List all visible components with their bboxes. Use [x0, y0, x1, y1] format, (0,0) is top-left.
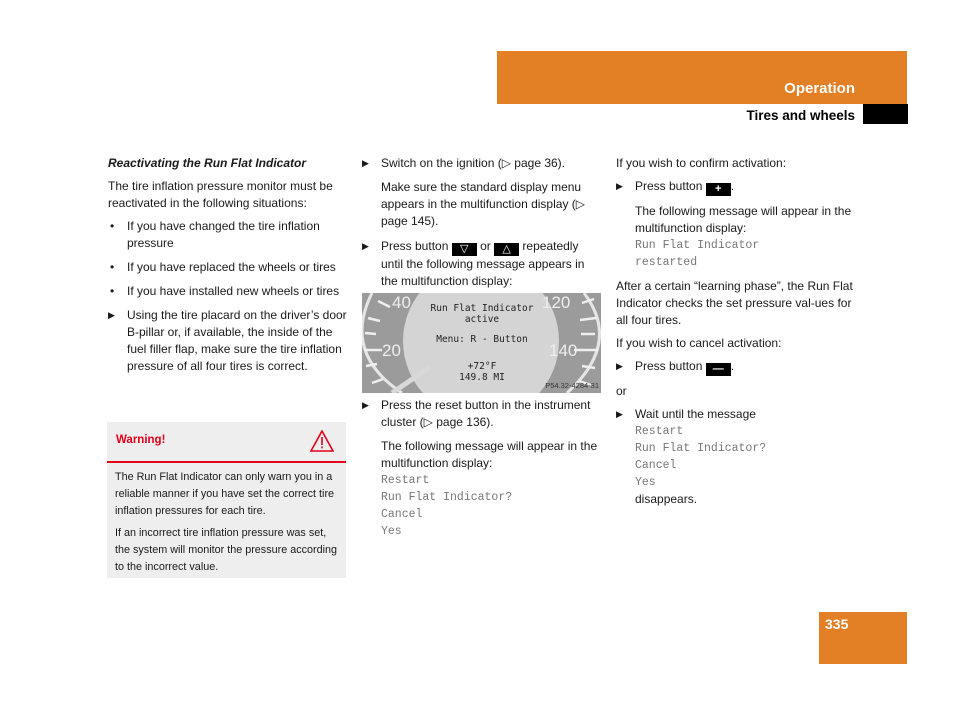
gauge-tick-label: 20	[382, 341, 401, 360]
message-line: Cancel	[381, 508, 423, 521]
column-3: If you wish to confirm activation: ▶ Pre…	[616, 155, 856, 508]
step-text: Press button	[635, 179, 703, 193]
intro-text: The tire inflation pressure monitor must…	[108, 179, 333, 210]
gauge-tick-label: 40	[392, 293, 411, 312]
step-note: The following message will appear in the…	[635, 204, 852, 235]
step-item: ▶ Press the reset button in the instrume…	[362, 397, 602, 431]
warning-label: Warning!	[116, 434, 166, 446]
message-line: Run Flat Indicator	[635, 239, 760, 252]
display-line: Run Flat Indicator	[430, 303, 534, 314]
step-arrow-icon: ▶	[362, 158, 369, 168]
bullet-item: If you have changed the tire inflation p…	[108, 218, 348, 252]
step-text: Using the tire placard on the driver’s d…	[127, 308, 347, 373]
warning-body: The Run Flat Indicator can only warn you…	[107, 463, 346, 576]
instrument-cluster-image: 40 20 120 140 Run Flat Indicator active …	[362, 293, 601, 393]
message-line: Yes	[381, 525, 402, 538]
step-note: Make sure the standard display menu appe…	[381, 180, 585, 228]
step-arrow-icon: ▶	[616, 181, 623, 191]
message-line: Run Flat Indicator?	[635, 442, 767, 455]
message-line: Run Flat Indicator?	[381, 491, 513, 504]
column-2: ▶ Switch on the ignition (▷ page 36). Ma…	[362, 155, 602, 297]
section-heading: Reactivating the Run Flat Indicator	[108, 156, 307, 170]
step-item: ▶ Press button ▽ or △ repeatedly until t…	[362, 238, 602, 290]
step-arrow-icon: ▶	[616, 361, 623, 371]
minus-button-icon: —	[705, 363, 731, 376]
display-line: active	[464, 314, 500, 325]
column-2-lower: ▶ Press the reset button in the instrume…	[362, 397, 602, 540]
warning-header: Warning!	[107, 422, 346, 463]
page-number-box: 335	[819, 612, 907, 664]
section-header-band: Operation	[497, 51, 907, 104]
step-arrow-icon: ▶	[108, 310, 115, 320]
subsection-title: Tires and wheels	[746, 108, 855, 123]
display-line: Menu: R - Button	[436, 334, 528, 345]
subsection-marker	[863, 104, 908, 124]
message-line: Cancel	[635, 459, 677, 472]
warning-paragraph: If an incorrect tire inflation pressure …	[115, 527, 338, 573]
gauge-tick-label: 140	[549, 341, 578, 360]
step-text: Wait until the message	[635, 407, 756, 421]
gauge-tick-label: 120	[542, 293, 571, 312]
or-text: or	[616, 384, 627, 398]
message-line: restarted	[635, 256, 698, 269]
step-text: Press button	[381, 239, 449, 253]
step-text: Press button	[635, 359, 703, 373]
up-button-icon: △	[494, 243, 520, 256]
learning-text: After a certain “learning phase”, the Ru…	[616, 279, 853, 327]
step-item: ▶ Press button +.	[616, 179, 735, 196]
message-line: Restart	[381, 474, 430, 487]
temperature-readout: +72°F	[467, 361, 497, 372]
step-arrow-icon: ▶	[362, 241, 369, 251]
display-message: Restart Run Flat Indicator? Cancel Yes	[362, 472, 602, 540]
step-arrow-icon: ▶	[362, 400, 369, 410]
display-message: Run Flat Indicator restarted	[616, 237, 856, 271]
step-text: or	[480, 239, 491, 253]
step-item: ▶ Using the tire placard on the driver’s…	[108, 307, 348, 375]
step-item: ▶ Switch on the ignition (▷ page 36).	[362, 155, 602, 172]
bullet-item: If you have replaced the wheels or tires	[108, 259, 348, 276]
message-line: Yes	[635, 476, 656, 489]
step-item: ▶ Press button —.	[616, 359, 735, 376]
figure-id: P54.32-4284-31	[545, 381, 599, 390]
step-arrow-icon: ▶	[616, 409, 623, 419]
display-message: Restart Run Flat Indicator? Cancel Yes d…	[616, 423, 856, 508]
page-number: 335	[825, 616, 849, 632]
message-line: Restart	[635, 425, 684, 438]
cancel-intro: If you wish to cancel activation:	[616, 336, 782, 350]
odometer-readout: 149.8 MI	[459, 372, 505, 383]
step-text: disappears.	[635, 492, 698, 506]
column-1: Reactivating the Run Flat Indicator The …	[108, 155, 348, 382]
step-text: Press the reset button in the instrument…	[381, 398, 591, 429]
warning-triangle-icon	[310, 430, 334, 452]
confirm-intro: If you wish to confirm activation:	[616, 156, 787, 170]
step-item: ▶ Wait until the message	[616, 406, 856, 423]
display-text: Run Flat Indicator active Menu: R - Butt…	[422, 303, 542, 383]
warning-box: Warning! The Run Flat Indicator can only…	[107, 422, 346, 578]
step-note: The following message will appear in the…	[381, 439, 598, 470]
section-title: Operation	[784, 80, 855, 97]
bullet-item: If you have installed new wheels or tire…	[108, 283, 348, 300]
plus-button-icon: +	[705, 183, 731, 196]
down-button-icon: ▽	[451, 243, 477, 256]
warning-paragraph: The Run Flat Indicator can only warn you…	[115, 471, 335, 517]
step-text: Switch on the ignition (▷ page 36).	[381, 156, 566, 170]
